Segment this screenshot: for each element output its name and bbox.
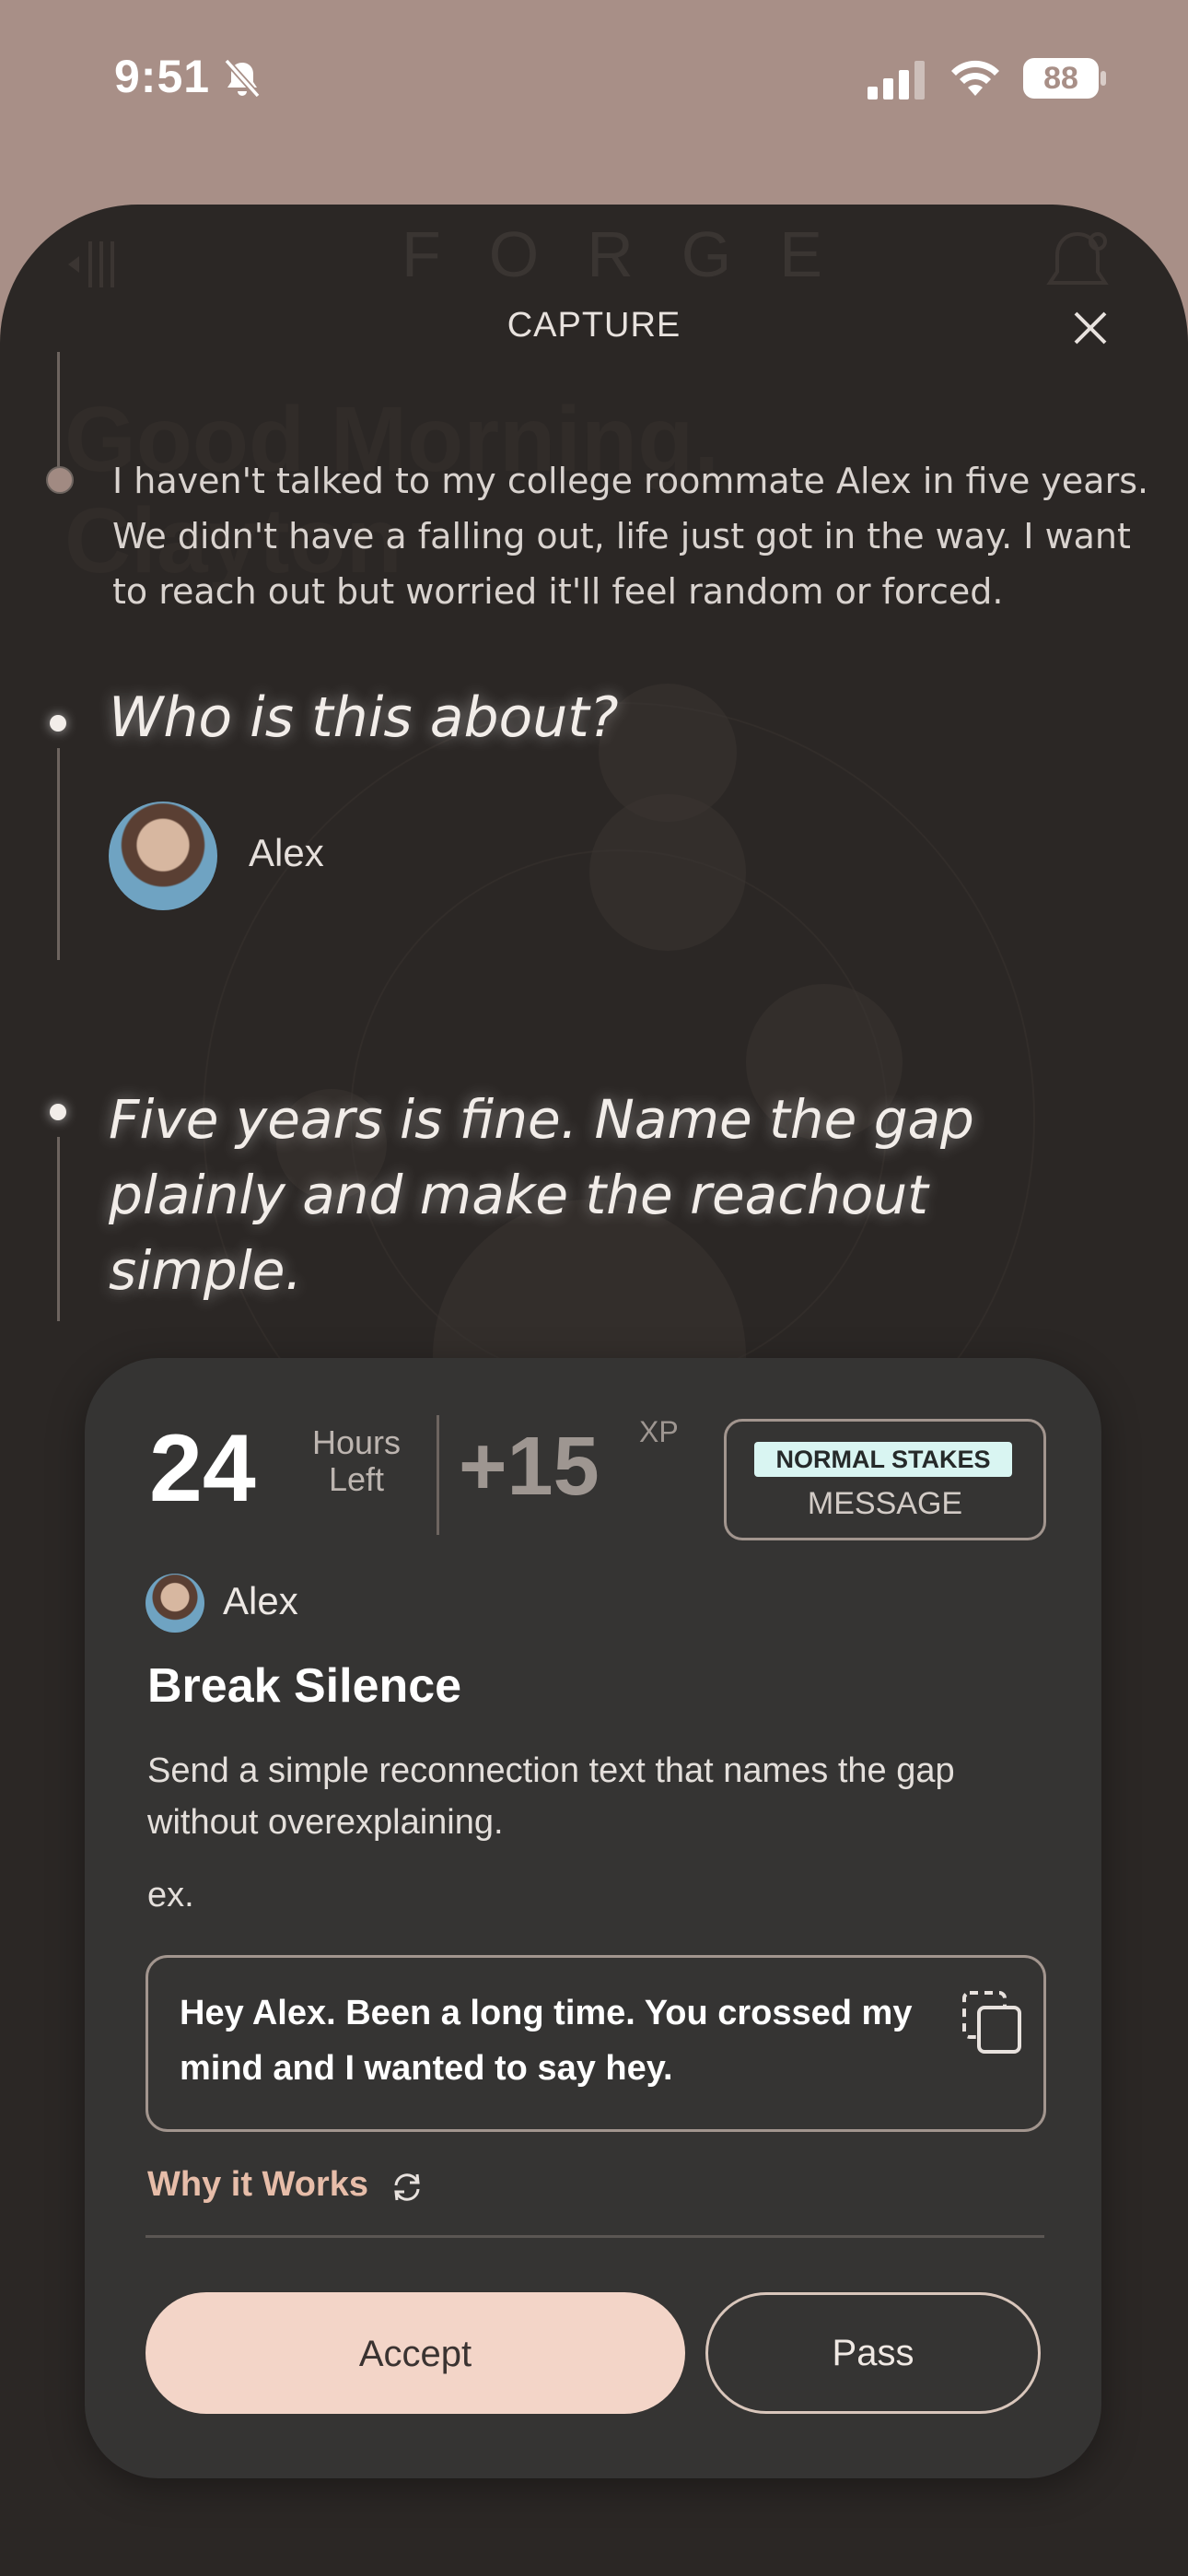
hours-left-label: Hours Left — [306, 1424, 407, 1498]
timeline-line — [57, 352, 60, 481]
timeline-dot — [50, 715, 66, 732]
xp-label: XP — [639, 1415, 679, 1448]
why-it-works-link[interactable]: Why it Works — [147, 2165, 368, 2205]
quest-description: Send a simple reconnection text that nam… — [147, 1751, 955, 1842]
app-logo: FORGE — [402, 218, 870, 290]
stakes-type: MESSAGE — [807, 1486, 963, 1521]
menu-icon — [68, 241, 114, 287]
refresh-icon[interactable] — [389, 2169, 425, 2206]
quest-title: Break Silence — [147, 1659, 462, 1713]
quest-person-name: Alex — [223, 1579, 298, 1622]
stat-divider — [437, 1415, 439, 1535]
timeline-line — [57, 748, 60, 960]
copy-icon[interactable] — [961, 1989, 1025, 2055]
timeline-dot — [46, 466, 74, 494]
hours-left-value: 24 — [149, 1415, 256, 1522]
advice-text: Five years is fine. Name the gap plainly… — [109, 1088, 974, 1302]
battery-level: 88 — [1043, 61, 1078, 96]
hours-label-line2: Left — [328, 1460, 385, 1498]
timeline-line — [57, 1137, 60, 1321]
stakes-badge: NORMAL STAKES — [754, 1442, 1012, 1477]
cellular-signal-icon — [868, 61, 925, 100]
person-name[interactable]: Alex — [249, 831, 324, 875]
example-label: ex. — [147, 1876, 194, 1914]
quest-card: 24 Hours Left +15 XP NORMAL STAKES MESSA… — [85, 1358, 1101, 2478]
question-prompt: Who is this about? — [109, 685, 619, 750]
ghost-avatar — [589, 794, 746, 951]
example-message-box: Hey Alex. Been a long time. You crossed … — [146, 1955, 1046, 2132]
stakes-box: NORMAL STAKES MESSAGE — [724, 1419, 1046, 1540]
accept-button[interactable]: Accept — [146, 2292, 685, 2414]
status-bar: 9:51 88 — [0, 0, 1188, 166]
capture-entry-text: I haven't talked to my college roommate … — [112, 461, 1149, 612]
close-icon[interactable] — [1068, 306, 1112, 350]
xp-value: +15 — [459, 1421, 600, 1513]
sheet-title: CAPTURE — [507, 306, 681, 345]
avatar[interactable] — [109, 802, 217, 910]
hours-label-line1: Hours — [311, 1423, 402, 1461]
avatar — [146, 1574, 204, 1633]
notification-bell-icon — [1046, 231, 1109, 285]
example-message-text: Hey Alex. Been a long time. You crossed … — [180, 1994, 913, 2088]
pass-button[interactable]: Pass — [705, 2292, 1041, 2414]
card-divider — [146, 2235, 1044, 2238]
timeline-dot — [50, 1104, 66, 1120]
bell-off-icon — [224, 58, 261, 99]
status-time: 9:51 — [114, 51, 211, 102]
wifi-icon — [951, 60, 999, 96]
